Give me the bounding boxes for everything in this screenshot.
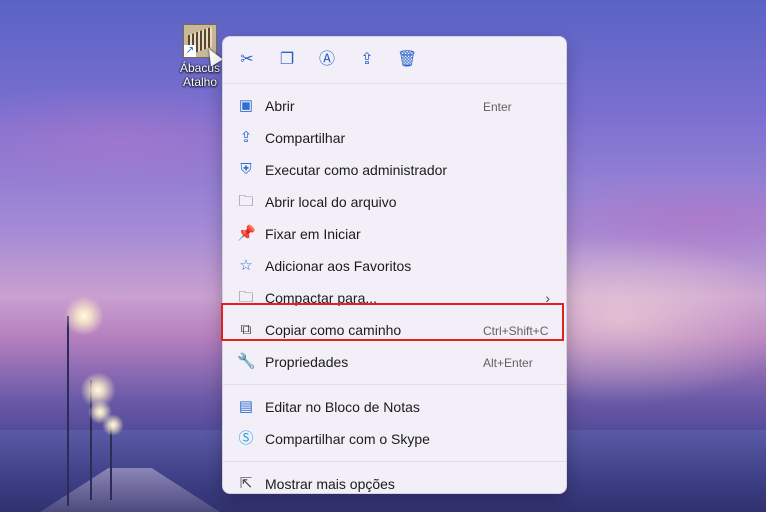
context-menu: ✂ ❐ Ⓐ ⇪ 🗑 ▣ Abrir Enter ⇪ Compartilhar ⛨… (221, 36, 567, 494)
notepad-icon: ▤ (238, 398, 254, 415)
delete-icon[interactable]: 🗑 (397, 50, 417, 70)
share-icon[interactable]: ⇪ (357, 50, 377, 70)
menu-item-label: Abrir local do arquivo (265, 194, 397, 210)
rename-icon[interactable]: Ⓐ (317, 50, 337, 70)
folder-icon: 🗀 (238, 193, 254, 210)
menu-item-label: Compartilhar (265, 130, 346, 146)
menu-item-label: Adicionar aos Favoritos (265, 258, 412, 274)
menu-item-label: Executar como administrador (265, 162, 448, 178)
menu-item-share[interactable]: ⇪ Compartilhar (223, 122, 566, 154)
menu-item-label: Editar no Bloco de Notas (265, 399, 420, 415)
menu-separator (223, 384, 566, 385)
menu-item-label: Compartilhar com o Skype (265, 431, 430, 447)
more-options-icon: ⇱ (239, 475, 253, 492)
cut-icon[interactable]: ✂ (237, 50, 257, 70)
pin-icon: 📌 (237, 225, 256, 242)
menu-item-show-more-options[interactable]: ⇱ Mostrar mais opções (223, 468, 566, 500)
menu-item-run-as-admin[interactable]: ⛨ Executar como administrador (223, 154, 566, 186)
menu-item-label: Fixar em Iniciar (265, 226, 361, 242)
menu-item-open[interactable]: ▣ Abrir Enter (223, 90, 566, 122)
wrench-icon: 🔧 (237, 353, 256, 370)
context-menu-toolbar: ✂ ❐ Ⓐ ⇪ 🗑 (223, 37, 566, 84)
lamp-light (64, 296, 104, 336)
shortcut-label-line1: Ábacus (179, 61, 221, 75)
menu-item-properties[interactable]: 🔧 Propriedades Alt+Enter (223, 346, 566, 378)
open-icon: ▣ (238, 97, 254, 114)
menu-item-shortcut: Enter (483, 100, 512, 114)
lamp-light (102, 414, 124, 436)
menu-item-add-to-favorites[interactable]: ☆ Adicionar aos Favoritos (223, 250, 566, 282)
shortcut-arrow-icon: ↗ (184, 45, 196, 57)
shortcut-label-line2: Atalho (182, 75, 218, 89)
copy-icon[interactable]: ❐ (277, 50, 297, 70)
menu-item-label: Mostrar mais opções (265, 476, 395, 492)
share-icon: ⇪ (239, 129, 253, 146)
menu-item-label: Propriedades (265, 354, 349, 370)
highlight-box-properties (221, 303, 564, 341)
menu-item-edit-in-notepad[interactable]: ▤ Editar no Bloco de Notas (223, 391, 566, 423)
lamp-post (67, 316, 69, 506)
star-icon: ☆ (239, 257, 253, 274)
menu-item-shortcut: Alt+Enter (483, 356, 533, 370)
menu-separator (223, 461, 566, 462)
skype-icon: Ⓢ (238, 430, 254, 447)
menu-item-pin-to-start[interactable]: 📌 Fixar em Iniciar (223, 218, 566, 250)
admin-shield-icon: ⛨ (240, 161, 252, 178)
menu-item-share-with-skype[interactable]: Ⓢ Compartilhar com o Skype (223, 423, 566, 455)
menu-item-label: Abrir (265, 98, 295, 114)
menu-item-open-file-location[interactable]: 🗀 Abrir local do arquivo (223, 186, 566, 218)
